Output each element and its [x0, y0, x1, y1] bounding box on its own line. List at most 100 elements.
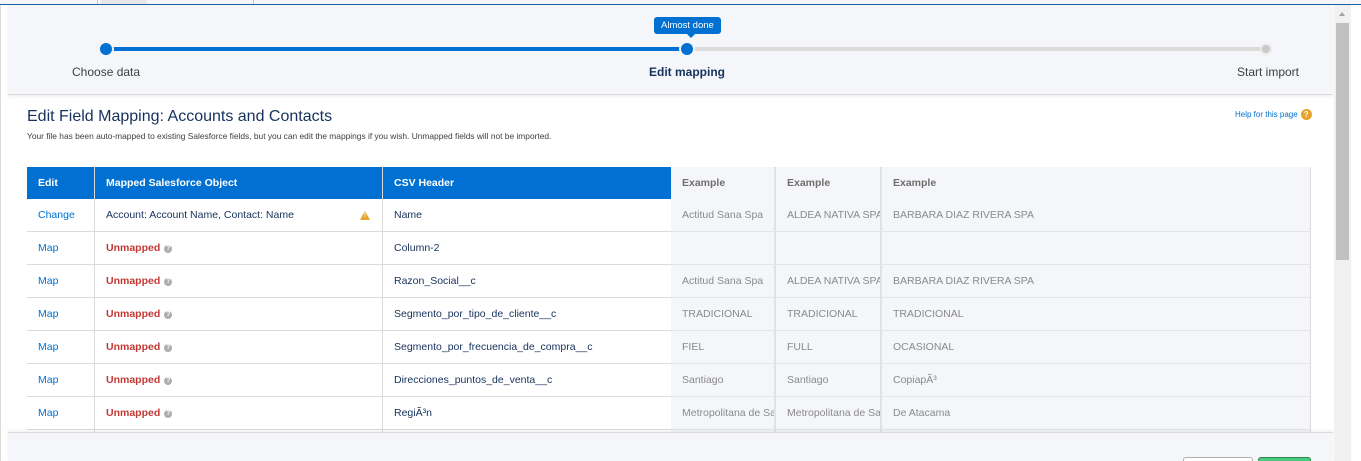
- example-cell: Santiago: [671, 364, 776, 397]
- scrollbar-thumb[interactable]: [1336, 23, 1349, 260]
- page-title: Edit Field Mapping: Accounts and Contact…: [27, 108, 333, 125]
- example-cell: [882, 232, 1311, 265]
- next-button[interactable]: [1258, 457, 1311, 461]
- example-cell: Santiago: [776, 364, 882, 397]
- row-action-label[interactable]: Map: [38, 374, 58, 386]
- page-subtitle: Your file has been auto-mapped to existi…: [27, 131, 552, 141]
- progress-fill: [106, 47, 687, 51]
- step-label-edit-mapping[interactable]: Edit mapping: [649, 65, 725, 79]
- example-cell: BARBARA DIAZ RIVERA SPA: [882, 265, 1311, 298]
- table-row: Map Unmapped? Direcciones_puntos_de_vent…: [27, 364, 1311, 397]
- map-link[interactable]: Map: [27, 331, 95, 364]
- example-cell: Metropolitana de Santiago: [776, 397, 882, 430]
- row-action-label[interactable]: Map: [38, 341, 58, 353]
- mapped-object-cell: Unmapped?: [95, 397, 383, 430]
- step-dot-start-import[interactable]: [1260, 43, 1272, 55]
- step-label-start-import[interactable]: Start import: [1237, 65, 1299, 79]
- mapped-object-cell: Unmapped?: [95, 298, 383, 331]
- row-action-label[interactable]: Map: [38, 407, 58, 419]
- map-link[interactable]: Map: [27, 364, 95, 397]
- csv-header-cell: Razon_Social__c: [383, 265, 671, 298]
- row-action-label[interactable]: Change: [38, 209, 75, 221]
- mapped-object-cell: Unmapped?: [95, 331, 383, 364]
- change-link[interactable]: Change: [27, 199, 95, 232]
- table-header-row: Edit Mapped Salesforce Object CSV Header…: [27, 167, 1311, 200]
- column-header-csv-header: CSV Header: [383, 167, 671, 199]
- column-header-mapped-object: Mapped Salesforce Object: [95, 167, 383, 199]
- column-header-example: Example: [882, 167, 1311, 199]
- help-link-label[interactable]: Help for this page: [1235, 110, 1298, 119]
- example-cell: Actitud Sana Spa: [671, 265, 776, 298]
- example-cell: FIEL: [671, 331, 776, 364]
- info-circle-icon[interactable]: ?: [164, 245, 173, 253]
- info-circle-icon[interactable]: ?: [164, 344, 173, 352]
- column-header-example: Example: [671, 167, 776, 199]
- table-row: Map Unmapped? Segmento_por_tipo_de_clien…: [27, 298, 1311, 331]
- step-dot-edit-mapping[interactable]: [681, 43, 693, 55]
- previous-button[interactable]: [1183, 457, 1253, 461]
- unmapped-label: Unmapped: [106, 308, 161, 320]
- example-cell: TRADICIONAL: [882, 298, 1311, 331]
- csv-header-cell: Segmento_por_frecuencia_de_compra__c: [383, 331, 671, 364]
- table-row: Map Unmapped? Column-2: [27, 232, 1311, 265]
- column-header-edit: Edit: [27, 167, 95, 199]
- mapped-object-cell: Unmapped?: [95, 364, 383, 397]
- unmapped-label: Unmapped: [106, 242, 161, 254]
- example-cell: OCASIONAL: [882, 331, 1311, 364]
- scroll-up-icon[interactable]: [1339, 12, 1345, 16]
- csv-header-cell: Column-2: [383, 232, 671, 265]
- example-cell: [671, 232, 776, 265]
- example-cell: [776, 232, 882, 265]
- info-circle-icon[interactable]: ?: [164, 278, 173, 286]
- row-action-label[interactable]: Map: [38, 308, 58, 320]
- example-cell: TRADICIONAL: [671, 298, 776, 331]
- column-header-example: Example: [776, 167, 882, 199]
- csv-header-cell: RegiÃ³n: [383, 397, 671, 430]
- csv-header-cell: Segmento_por_tipo_de_cliente__c: [383, 298, 671, 331]
- step-dot-choose-data[interactable]: [100, 43, 112, 55]
- example-cell: ALDEA NATIVA SPA: [776, 265, 882, 298]
- info-circle-icon[interactable]: ?: [164, 410, 173, 418]
- window-edge: [1351, 5, 1361, 461]
- table-row: Map Unmapped? Segmento_por_frecuencia_de…: [27, 331, 1311, 364]
- example-cell: BARBARA DIAZ RIVERA SPA: [882, 199, 1311, 232]
- info-circle-icon[interactable]: ?: [164, 377, 173, 385]
- map-link[interactable]: Map: [27, 298, 95, 331]
- progress-indicator: Almost done Choose data Edit mapping Sta…: [8, 5, 1333, 95]
- example-cell: Metropolitana de Santiago: [671, 397, 776, 430]
- example-cell: CopiapÃ³: [882, 364, 1311, 397]
- csv-header-cell: Direcciones_puntos_de_venta__c: [383, 364, 671, 397]
- map-link[interactable]: Map: [27, 265, 95, 298]
- example-cell: ALDEA NATIVA SPA: [776, 199, 882, 232]
- table-row: Map Unmapped? RegiÃ³n Metropolitana de S…: [27, 397, 1311, 430]
- progress-tooltip: Almost done: [654, 17, 721, 38]
- unmapped-label: Unmapped: [106, 275, 161, 287]
- table-row: Change Account: Account Name, Contact: N…: [27, 199, 1311, 232]
- question-circle-icon[interactable]: ?: [1300, 109, 1312, 120]
- active-tab[interactable]: [101, 0, 147, 4]
- mapped-object-label: Account: Account Name, Contact: Name: [106, 209, 294, 221]
- help-link[interactable]: Help for this page ?: [1235, 109, 1312, 120]
- example-cell: De Atacama: [882, 397, 1311, 430]
- example-cell: TRADICIONAL: [776, 298, 882, 331]
- vertical-scrollbar[interactable]: [1334, 5, 1351, 461]
- mapped-object-cell: Unmapped?: [95, 232, 383, 265]
- warning-triangle-icon: !: [360, 211, 370, 220]
- mapped-object-cell: Account: Account Name, Contact: Name !: [95, 199, 383, 232]
- unmapped-label: Unmapped: [106, 407, 161, 419]
- example-cell: Actitud Sana Spa: [671, 199, 776, 232]
- row-action-label[interactable]: Map: [38, 242, 58, 254]
- csv-header-cell: Name: [383, 199, 671, 232]
- info-circle-icon[interactable]: ?: [164, 311, 173, 319]
- mapped-object-cell: Unmapped?: [95, 265, 383, 298]
- import-wizard-page: Almost done Choose data Edit mapping Sta…: [0, 5, 1333, 461]
- tab-strip[interactable]: [97, 0, 254, 4]
- map-link[interactable]: Map: [27, 397, 95, 430]
- wizard-footer: [8, 432, 1333, 461]
- map-link[interactable]: Map: [27, 232, 95, 265]
- step-label-choose-data[interactable]: Choose data: [72, 65, 140, 79]
- row-action-label[interactable]: Map: [38, 275, 58, 287]
- unmapped-label: Unmapped: [106, 374, 161, 386]
- table-row: Map Unmapped? Razon_Social__c Actitud Sa…: [27, 265, 1311, 298]
- unmapped-label: Unmapped: [106, 341, 161, 353]
